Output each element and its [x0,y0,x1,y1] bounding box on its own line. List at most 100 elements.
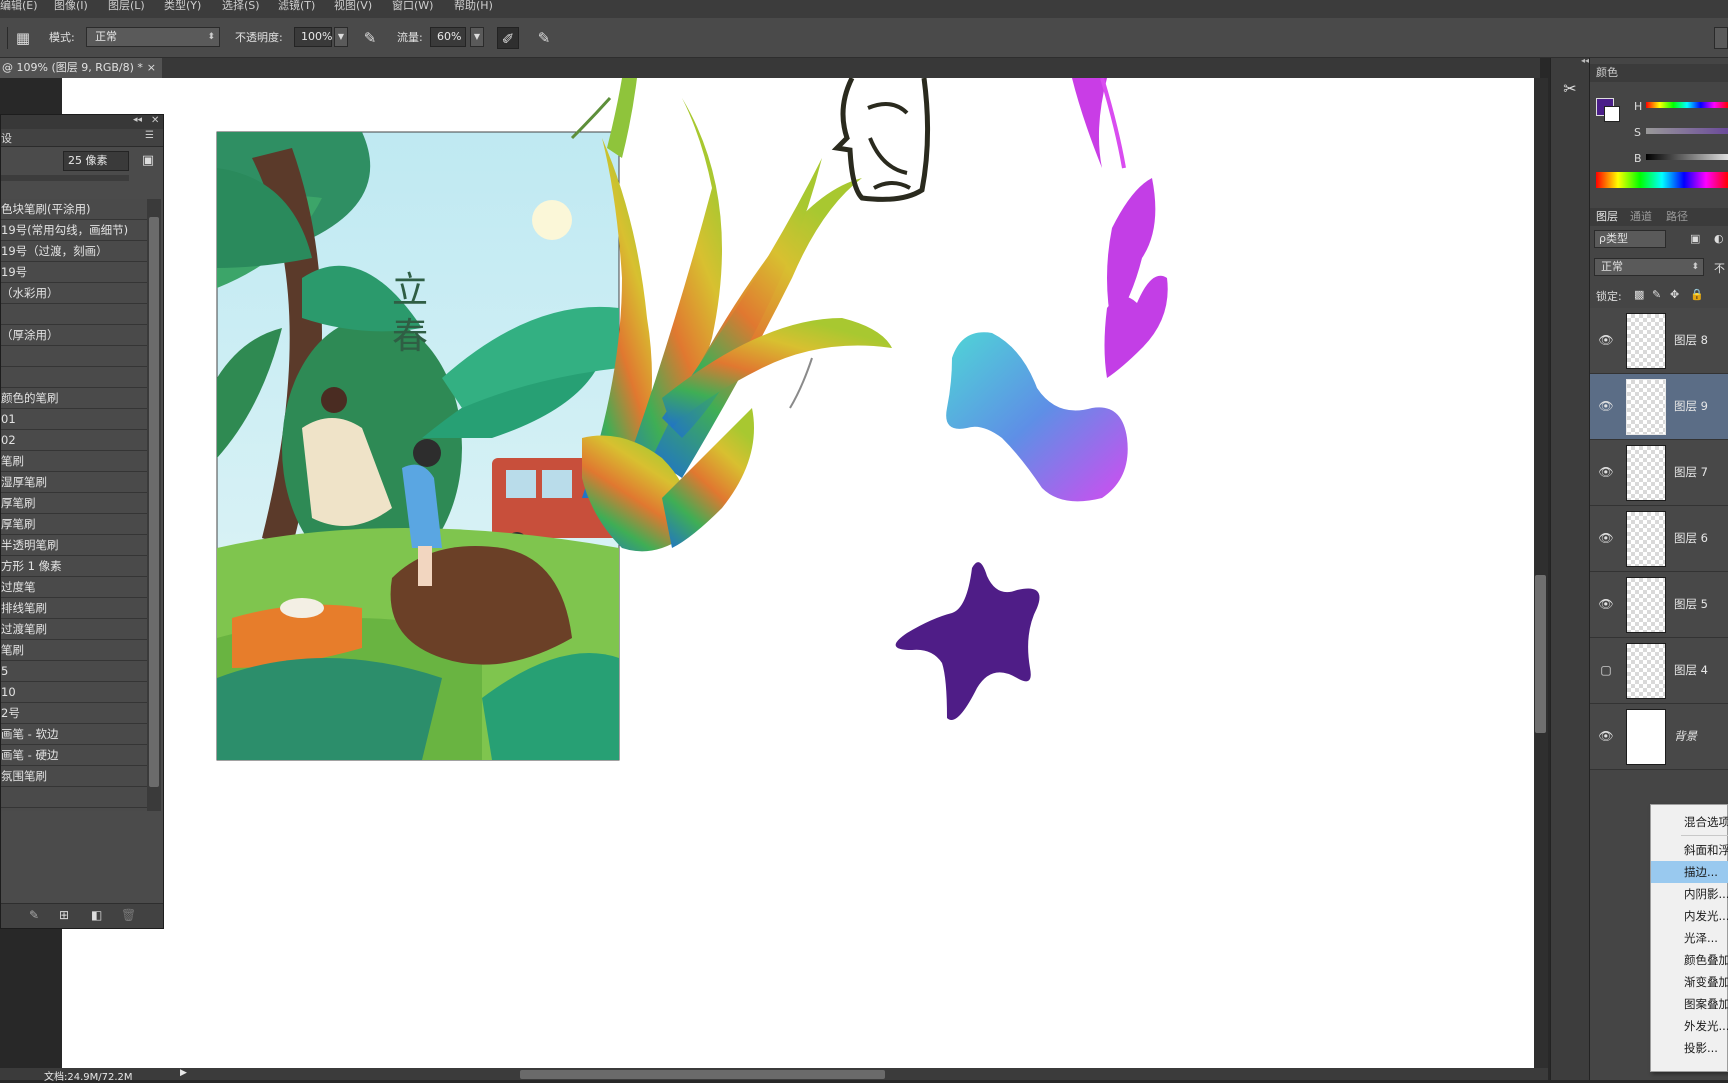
brush-preset-item[interactable]: 过度笔 [1,577,147,598]
menu-edit[interactable]: 编辑(E) [0,0,38,14]
brush-preset-item[interactable]: 画笔 - 硬边 [1,745,147,766]
menu-help[interactable]: 帮助(H) [454,0,493,14]
flow-dropdown-icon[interactable]: ▼ [470,27,484,47]
brush-preset-item[interactable]: 19号(常用勾线，画细节) [1,220,147,241]
flow-input[interactable]: 60% [430,27,466,47]
hue-slider[interactable] [1646,102,1728,108]
layer-name[interactable]: 背景 [1674,728,1697,744]
layer-name[interactable]: 图层 7 [1674,464,1708,480]
brush-preset-item[interactable] [1,787,147,808]
color-spectrum[interactable] [1596,172,1728,188]
brush-preset-item[interactable]: 19号（过渡，刻画） [1,241,147,262]
collapse-icon[interactable]: ◂◂ [133,115,142,125]
brush-preset-item[interactable] [1,367,147,388]
layer-thumbnail[interactable] [1626,577,1666,633]
eye-icon[interactable]: 👁 [1598,332,1614,348]
brush-preset-item[interactable]: 色块笔刷(平涂用) [1,199,147,220]
menu-type[interactable]: 类型(Y) [164,0,201,14]
opacity-dropdown-icon[interactable]: ▼ [334,27,348,47]
menu-layer[interactable]: 图层(L) [108,0,145,14]
layer-filter-select[interactable]: ρ类型 [1594,230,1666,248]
layer-row[interactable]: 👁 图层 7 [1590,440,1728,506]
context-menu-item[interactable]: 混合选项 [1651,811,1728,833]
brightness-slider[interactable] [1646,154,1728,160]
lock-all-icon[interactable]: 🔒 [1690,288,1704,301]
layer-name[interactable]: 图层 5 [1674,596,1708,612]
tab-channels[interactable]: 通道 [1624,208,1658,226]
adjustment-filter-icon[interactable]: ◐ [1714,232,1724,245]
blend-mode-select[interactable]: 正常 ⬍ [1594,258,1704,276]
menu-select[interactable]: 选择(S) [222,0,260,14]
layer-thumbnail[interactable] [1626,445,1666,501]
layer-row[interactable]: ▢ 图层 4 [1590,638,1728,704]
eye-icon[interactable]: 👁 [1598,530,1614,546]
menu-view[interactable]: 视图(V) [334,0,372,14]
image-filter-icon[interactable]: ▣ [1690,232,1700,245]
lock-position-icon[interactable]: ✥ [1670,288,1679,301]
layer-name[interactable]: 图层 9 [1674,398,1708,414]
brush-preset-item[interactable]: 排线笔刷 [1,598,147,619]
trash-icon[interactable]: 🗑 [121,908,136,922]
context-menu-item[interactable]: 图案叠加... [1651,993,1728,1015]
panel-menu-icon[interactable]: ☰ [145,130,154,141]
layer-thumbnail[interactable] [1626,643,1666,699]
vertical-scroll-thumb[interactable] [1535,575,1546,733]
brush-preset-item[interactable]: 颗粒 [1,808,147,811]
context-menu-item[interactable]: 投影... [1651,1037,1728,1059]
brush-preset-item[interactable]: 方形 1 像素 [1,556,147,577]
tool-preset-icon[interactable]: ✂ [1559,78,1581,100]
pressure-opacity-icon[interactable]: ✎ [359,27,381,49]
horizontal-scroll-thumb[interactable] [520,1070,885,1079]
status-menu-arrow[interactable]: ▶ [180,1068,187,1078]
brush-preset-item[interactable]: 氛围笔刷 [1,766,147,787]
brush-preset-item[interactable]: （厚涂用） [1,325,147,346]
context-menu-item[interactable]: 外发光... [1651,1015,1728,1037]
brush-preset-item[interactable]: 颜色的笔刷 [1,388,147,409]
brush-preset-item[interactable]: 过渡笔刷 [1,619,147,640]
menu-window[interactable]: 窗口(W) [392,0,433,14]
brush-preset-item[interactable]: 02 [1,430,147,451]
layer-thumbnail[interactable] [1626,313,1666,369]
size-slider[interactable] [1,175,129,181]
opacity-input[interactable]: 100% [294,27,332,47]
vertical-scrollbar[interactable] [1534,78,1548,1068]
saturation-slider[interactable] [1646,128,1728,134]
brush-preset-item[interactable]: （水彩用） [1,283,147,304]
layer-thumbnail[interactable] [1626,511,1666,567]
layer-row[interactable]: 👁 图层 6 [1590,506,1728,572]
close-icon[interactable]: × [147,58,156,78]
new-item-icon[interactable]: ◧ [91,908,102,922]
layer-row[interactable]: 👁 图层 8 [1590,308,1728,374]
brush-preset-item[interactable]: 笔刷 [1,640,147,661]
tab-layers[interactable]: 图层 [1590,208,1624,226]
tab-paths[interactable]: 路径 [1660,208,1694,226]
brush-preset-item[interactable]: 厚笔刷 [1,493,147,514]
brush-preset-item[interactable] [1,346,147,367]
brush-preset-item[interactable]: 19号 [1,262,147,283]
context-menu-item[interactable]: 颜色叠加... [1651,949,1728,971]
new-preset-icon[interactable]: ▣ [139,153,157,171]
mode-select[interactable]: 正常 ⬍ [86,27,220,47]
lock-pixels-icon[interactable]: ✎ [1652,288,1661,301]
brush-preset-item[interactable]: 5 [1,661,147,682]
brush-preset-item[interactable]: 画笔 - 软边 [1,724,147,745]
menu-filter[interactable]: 滤镜(T) [278,0,315,14]
brush-toggle-icon[interactable]: ✎ [29,908,39,922]
document-tab[interactable]: @ 109% (图层 9, RGB/8) * × [0,58,162,78]
brush-preset-toggle-icon[interactable]: ▦ [12,27,34,49]
panel-tab-label[interactable]: 设 [1,130,12,146]
brush-preset-item[interactable]: 笔刷 [1,451,147,472]
menu-image[interactable]: 图像(I) [54,0,88,14]
brush-preset-item[interactable]: 01 [1,409,147,430]
brush-size-field[interactable]: 25 像素 [63,151,129,171]
layer-thumbnail[interactable] [1626,709,1666,765]
brush-preset-item[interactable] [1,304,147,325]
brush-preset-item[interactable]: 10 [1,682,147,703]
context-menu-item[interactable]: 内阴影... [1651,883,1728,905]
layer-thumbnail[interactable] [1626,379,1666,435]
background-swatch[interactable] [1604,106,1620,122]
grid-icon[interactable]: ⊞ [59,908,69,922]
layer-row[interactable]: 👁 图层 9 [1590,374,1728,440]
pressure-size-icon[interactable]: ✎ [533,27,555,49]
layer-row[interactable]: 👁 背景 [1590,704,1728,770]
